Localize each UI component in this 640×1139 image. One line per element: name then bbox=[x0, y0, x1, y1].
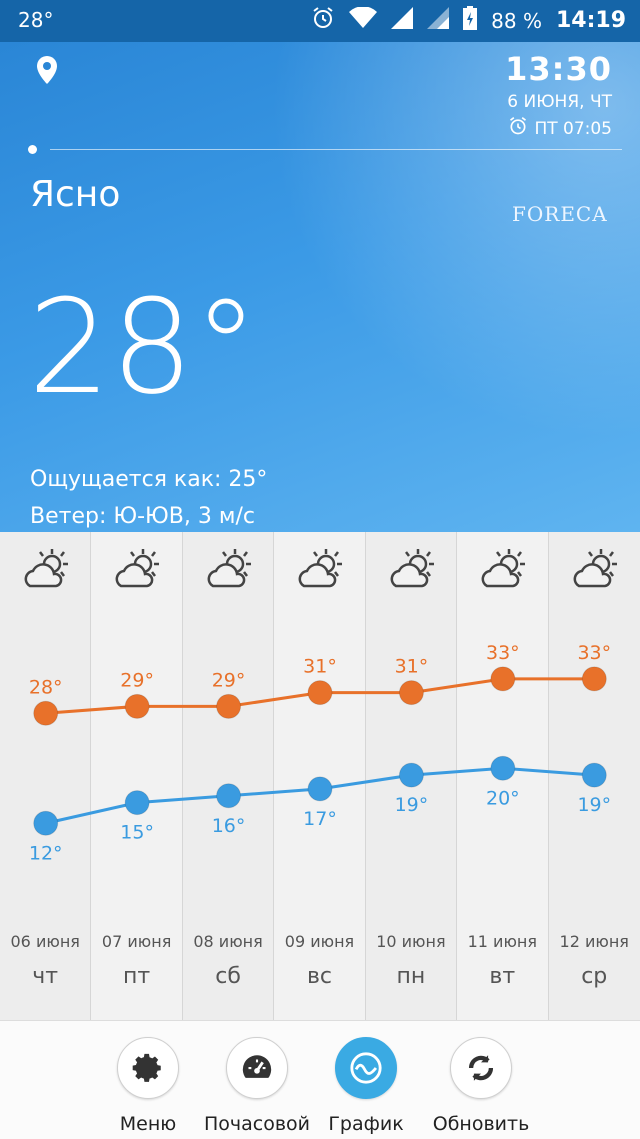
forecast-date: 06 июня bbox=[10, 932, 80, 951]
low-temp-point bbox=[216, 783, 242, 809]
status-time: 14:19 bbox=[555, 8, 626, 33]
foreca-logo: FORECA bbox=[512, 202, 608, 226]
low-temp-label: 12° bbox=[29, 842, 63, 864]
graph-button[interactable]: График bbox=[306, 1037, 426, 1135]
wind-info: Ветер: Ю-ЮВ, 3 м/с bbox=[30, 504, 255, 529]
high-temp-label: 29° bbox=[212, 669, 246, 691]
forecast-panel: 06 июня чт 07 июня пт 08 июня сб 09 июня вс 10 и… bbox=[0, 532, 640, 1020]
signal-icon-2 bbox=[427, 7, 450, 34]
status-icons: 88 % 14:19 bbox=[311, 6, 626, 35]
hourly-button[interactable]: Почасовой bbox=[197, 1037, 317, 1135]
signal-icon bbox=[391, 7, 414, 34]
high-temp-point bbox=[490, 666, 516, 692]
forecast-day-of-week: вс bbox=[306, 964, 332, 989]
gear-icon[interactable] bbox=[117, 1037, 179, 1099]
low-temp-point bbox=[307, 776, 333, 802]
low-temp-label: 20° bbox=[486, 787, 520, 809]
graph-label: График bbox=[328, 1113, 404, 1135]
clock-date: 6 ИЮНЯ, ЧТ bbox=[507, 92, 612, 112]
forecast-date: 10 июня bbox=[376, 932, 446, 951]
forecast-day-of-week: вт bbox=[489, 964, 516, 989]
high-temp-point bbox=[581, 666, 607, 692]
refresh-label: Обновить bbox=[432, 1113, 530, 1135]
forecast-day-of-week: пт bbox=[123, 964, 151, 989]
page-indicator-dot bbox=[28, 145, 37, 154]
low-temp-label: 19° bbox=[577, 794, 611, 816]
high-temp-label: 31° bbox=[395, 656, 429, 678]
alarm-clock-icon bbox=[508, 116, 528, 141]
low-temp-point bbox=[124, 790, 150, 816]
forecast-date: 12 июня bbox=[559, 932, 629, 951]
forecast-day-of-week: ср bbox=[581, 964, 608, 989]
low-temp-point bbox=[398, 762, 424, 788]
forecast-date: 09 июня bbox=[284, 932, 355, 951]
wifi-icon bbox=[349, 6, 378, 34]
current-temperature: 28° bbox=[28, 271, 259, 423]
alarm-icon bbox=[311, 6, 335, 35]
high-temp-point bbox=[307, 680, 333, 706]
clock-widget[interactable]: 13:30 6 ИЮНЯ, ЧТ ПТ 07:05 bbox=[505, 50, 612, 141]
high-temp-label: 33° bbox=[577, 642, 611, 664]
speedometer-icon[interactable] bbox=[226, 1037, 288, 1099]
location-pin-icon[interactable] bbox=[36, 56, 58, 88]
weather-condition: Ясно bbox=[30, 174, 121, 215]
low-temp-point bbox=[581, 762, 607, 788]
battery-level: 88 % bbox=[491, 8, 542, 33]
low-temp-label: 15° bbox=[120, 822, 154, 844]
high-temp-label: 29° bbox=[120, 669, 154, 691]
forecast-date: 07 июня bbox=[101, 932, 172, 951]
status-temperature: 28° bbox=[18, 8, 54, 32]
hourly-label: Почасовой bbox=[203, 1113, 311, 1135]
graph-icon[interactable] bbox=[335, 1037, 397, 1099]
current-weather-panel: 13:30 6 ИЮНЯ, ЧТ ПТ 07:05 Ясно FORECA 28… bbox=[0, 42, 640, 532]
page-indicator-line bbox=[50, 149, 622, 150]
refresh-icon[interactable] bbox=[450, 1037, 512, 1099]
forecast-day-of-week: чт bbox=[32, 964, 59, 989]
low-temp-label: 17° bbox=[303, 808, 337, 830]
next-alarm: ПТ 07:05 bbox=[505, 116, 612, 141]
forecast-day-of-week: сб bbox=[215, 964, 241, 989]
low-temp-label: 19° bbox=[395, 794, 429, 816]
high-temp-point bbox=[216, 693, 242, 719]
refresh-button[interactable]: Обновить bbox=[421, 1037, 541, 1135]
high-temp-label: 33° bbox=[486, 642, 520, 664]
clock-time: 13:30 bbox=[505, 50, 612, 88]
next-alarm-text: ПТ 07:05 bbox=[534, 118, 612, 139]
feels-like: Ощущается как: 25° bbox=[30, 467, 268, 492]
low-temp-point bbox=[33, 810, 59, 836]
bottom-navigation: Меню Почасовой График Обновить bbox=[0, 1020, 640, 1139]
menu-button[interactable]: Меню bbox=[88, 1037, 208, 1135]
high-temp-point bbox=[398, 680, 424, 706]
low-temp-label: 16° bbox=[212, 815, 246, 837]
high-temp-label: 31° bbox=[303, 656, 337, 678]
status-bar: 28° 88 % 14:19 bbox=[0, 0, 640, 42]
high-temp-point bbox=[124, 693, 150, 719]
high-temp-point bbox=[33, 700, 59, 726]
low-temp-point bbox=[490, 755, 516, 781]
high-temp-label: 28° bbox=[29, 676, 63, 698]
forecast-day-of-week: пн bbox=[396, 964, 426, 989]
temperature-chart: 28° 29° 29° 31° 31° 33° 33° 12° 15° 16° 17° 19° 20° 1… bbox=[29, 642, 611, 864]
battery-icon bbox=[463, 6, 478, 35]
forecast-date: 11 июня bbox=[467, 932, 538, 951]
menu-label: Меню bbox=[119, 1113, 177, 1135]
forecast-date: 08 июня bbox=[193, 932, 263, 951]
